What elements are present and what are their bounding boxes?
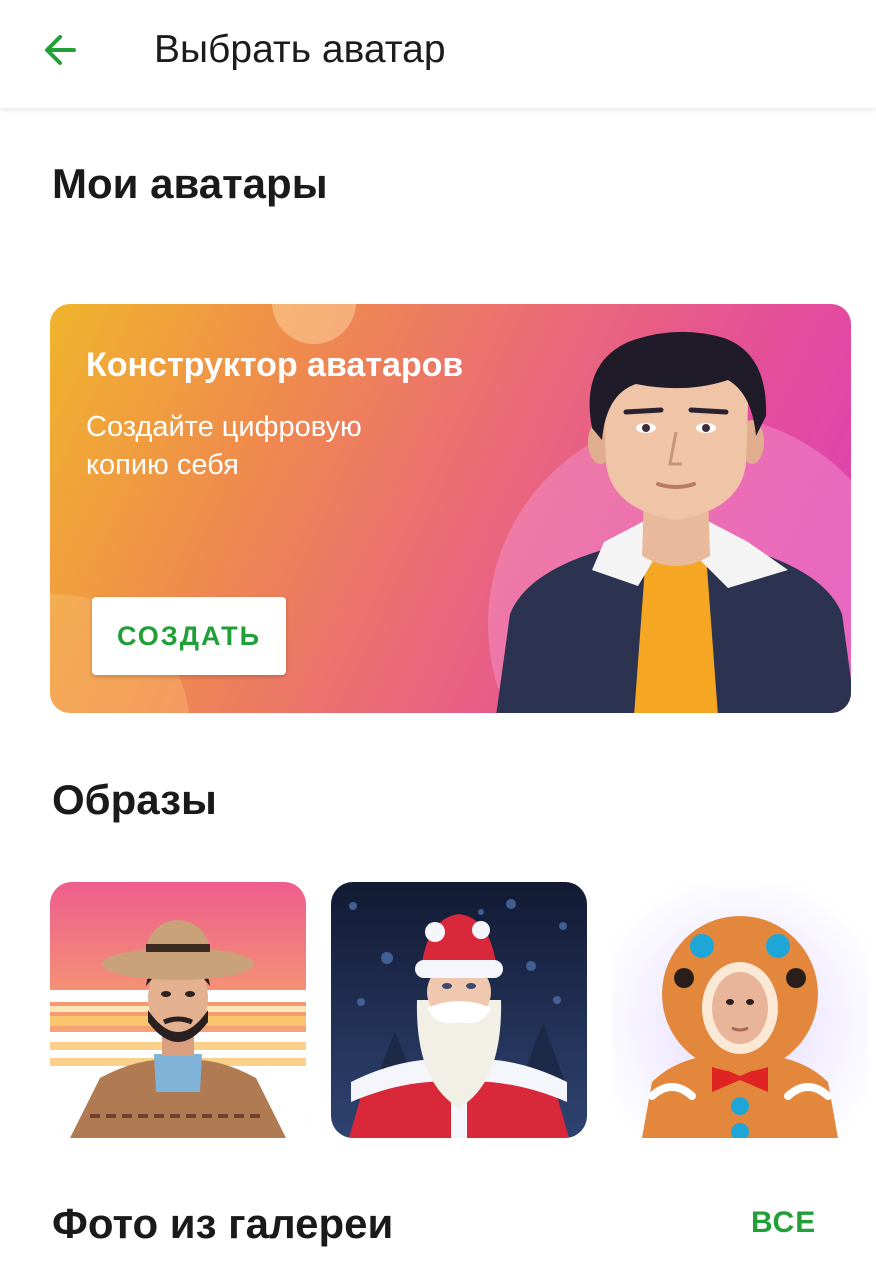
- arrow-left-icon: [45, 35, 76, 65]
- page-title: Выбрать аватар: [154, 28, 446, 71]
- looks-carousel[interactable]: [50, 882, 876, 1138]
- avatar-constructor-card[interactable]: Конструктор аватаров Создайте цифровую к…: [50, 304, 851, 713]
- promo-title: Конструктор аватаров: [86, 346, 464, 384]
- looks-heading: Образы: [52, 776, 217, 823]
- top-app-bar: Выбрать аватар: [0, 0, 876, 108]
- look-card-gingerbread[interactable]: [612, 882, 868, 1138]
- ded-moroz-avatar-illustration: [331, 882, 587, 1138]
- look-card-ded-moroz[interactable]: [331, 882, 587, 1138]
- gallery-heading: Фото из галереи: [52, 1200, 394, 1247]
- look-card-cowboy[interactable]: [50, 882, 306, 1138]
- create-button[interactable]: СОЗДАТЬ: [92, 597, 286, 675]
- cowboy-avatar-illustration: [50, 882, 306, 1138]
- decor-circle: [272, 304, 356, 344]
- my-avatars-heading: Мои аватары: [52, 160, 328, 207]
- avatar-man-illustration: [496, 331, 851, 713]
- promo-subtitle: Создайте цифровую копию себя: [86, 411, 362, 481]
- back-button[interactable]: [30, 24, 90, 76]
- gingerbread-avatar-illustration: [612, 882, 868, 1138]
- see-all-link[interactable]: ВСЕ: [751, 1206, 816, 1240]
